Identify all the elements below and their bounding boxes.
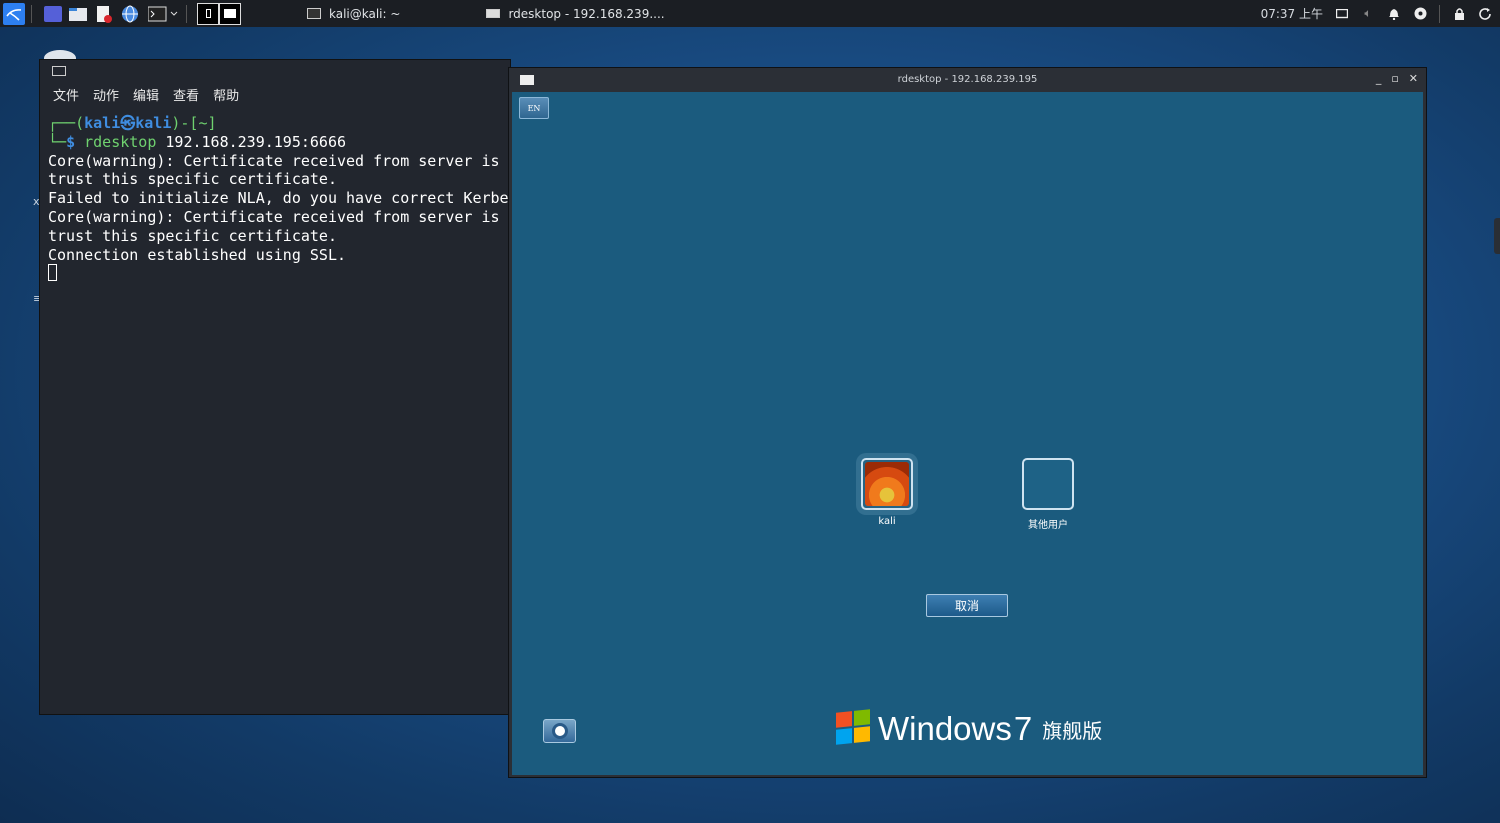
maximize-icon[interactable]: ▫: [1391, 72, 1398, 85]
terminal-icon: [52, 66, 66, 76]
kali-menu-icon[interactable]: [3, 2, 25, 25]
edge-panel-handle[interactable]: [1494, 218, 1500, 254]
terminal-output[interactable]: ┌──(kali㉿kali)-[~] └─$ rdesktop 192.168.…: [40, 106, 510, 283]
task-label: rdesktop - 192.168.239....: [508, 6, 665, 21]
browser-icon[interactable]: [120, 4, 140, 24]
windows-flag-icon: [836, 709, 870, 745]
workspace-1-icon[interactable]: [197, 2, 219, 25]
file-manager-icon[interactable]: [68, 4, 88, 24]
command-name: rdesktop: [84, 132, 157, 151]
rdesktop-window[interactable]: rdesktop - 192.168.239.195 _ ▫ ✕ EN kali…: [508, 67, 1427, 778]
prompt-top-prefix: ┌──(: [48, 114, 85, 132]
user-avatar-frame: [861, 458, 913, 510]
terminal-cursor: [48, 264, 57, 282]
text-editor-icon[interactable]: [94, 4, 114, 24]
output-line: Failed to initialize NLA, do you have co…: [48, 189, 510, 208]
user-tile-other[interactable]: 其他用户: [1017, 458, 1079, 531]
system-tray: 07:37 上午 🔈︎: [1261, 0, 1500, 27]
prompt-bottom-prefix: └─: [48, 132, 67, 151]
terminal-icon: [307, 8, 321, 19]
windows-branding: Windows 7 旗舰版: [836, 709, 1103, 747]
brand-word: Windows: [878, 710, 1012, 747]
output-line: trust this specific certificate.: [48, 170, 337, 189]
flag-pane: [836, 711, 852, 728]
flag-pane: [854, 726, 870, 743]
menu-view[interactable]: 查看: [173, 85, 199, 104]
menu-help[interactable]: 帮助: [213, 85, 239, 104]
language-button[interactable]: EN: [519, 97, 549, 119]
clock[interactable]: 07:37 上午: [1261, 5, 1323, 22]
user-avatar-frame: [1022, 458, 1074, 510]
notification-bell-icon[interactable]: [1387, 7, 1401, 21]
network-icon[interactable]: [1413, 7, 1427, 21]
menu-edit[interactable]: 编辑: [133, 85, 159, 104]
prompt-user: kali㉿kali: [84, 114, 172, 132]
workspace-2-icon[interactable]: [219, 2, 241, 25]
taskbar: kali@kali: ~ rdesktop - 192.168.239.... …: [0, 0, 1500, 27]
output-line: Connection established using SSL.: [48, 245, 347, 264]
rdesktop-titlebar[interactable]: rdesktop - 192.168.239.195 _ ▫ ✕: [509, 68, 1426, 91]
tray-separator: [1439, 4, 1440, 23]
menu-file[interactable]: 文件: [53, 85, 79, 104]
taskbar-separator: [186, 4, 187, 23]
user-name: kali: [878, 516, 896, 527]
logout-icon[interactable]: [1478, 7, 1492, 21]
brand-edition: 旗舰版: [1042, 719, 1103, 743]
terminal-titlebar[interactable]: [40, 60, 510, 82]
user-name: 其他用户: [1028, 520, 1068, 531]
minimize-icon[interactable]: _: [1376, 72, 1382, 85]
output-line: Core(warning): Certificate received from…: [48, 151, 510, 170]
brand-version: 7: [1013, 710, 1033, 747]
command-args: 192.168.239.195:6666: [156, 132, 347, 151]
ease-of-access-icon: [551, 723, 568, 739]
prompt-symbol: $: [66, 132, 76, 151]
taskbar-task-rdesktop[interactable]: rdesktop - 192.168.239....: [476, 0, 674, 27]
terminal-window[interactable]: 文件 动作 编辑 查看 帮助 ┌──(kali㉿kali)-[~] └─$ rd…: [39, 59, 511, 715]
window-icon: [486, 9, 501, 18]
cancel-button[interactable]: 取消: [926, 594, 1008, 617]
taskbar-task-terminal[interactable]: kali@kali: ~: [297, 0, 410, 27]
desktop-icon[interactable]: [44, 5, 62, 22]
flag-pane: [854, 709, 870, 726]
output-line: Core(warning): Certificate received from…: [48, 207, 510, 226]
terminal-launcher-icon[interactable]: [146, 4, 180, 24]
display-icon[interactable]: [1335, 7, 1349, 21]
close-icon[interactable]: ✕: [1409, 72, 1418, 85]
menu-actions[interactable]: 动作: [93, 85, 119, 104]
lock-icon[interactable]: [1452, 7, 1466, 21]
window-controls: _ ▫ ✕: [1376, 72, 1418, 85]
remote-desktop-area[interactable]: EN kali 其他用户 取消 Windows 7 旗舰版: [512, 92, 1423, 775]
flower-avatar-icon: [865, 462, 909, 506]
task-label: kali@kali: ~: [329, 6, 401, 21]
taskbar-separator: [31, 4, 32, 23]
prompt-top-suffix: )-[~]: [171, 114, 217, 132]
user-tile-kali[interactable]: kali: [856, 458, 918, 527]
output-line: trust this specific certificate.: [48, 226, 337, 245]
window-title: rdesktop - 192.168.239.195: [897, 74, 1038, 85]
ease-of-access-button[interactable]: [543, 719, 576, 743]
flag-pane: [836, 728, 852, 745]
terminal-menubar: 文件 动作 编辑 查看 帮助: [40, 82, 510, 106]
volume-icon[interactable]: 🔈︎: [1361, 6, 1375, 21]
